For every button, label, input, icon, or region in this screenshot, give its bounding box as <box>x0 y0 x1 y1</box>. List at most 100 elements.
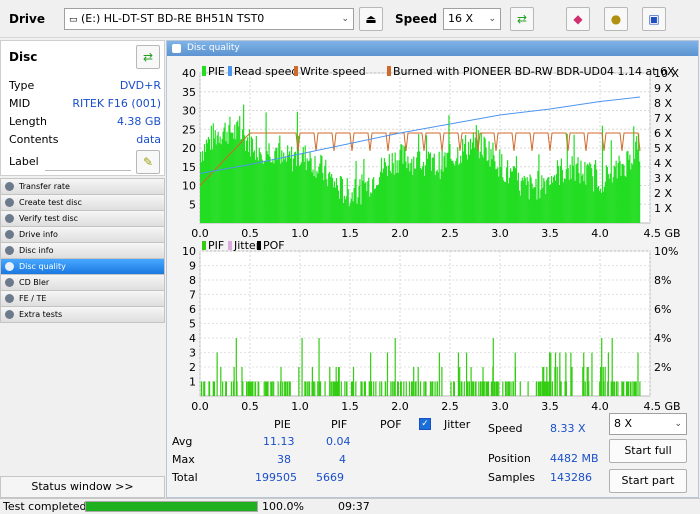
nav-item-disc-info[interactable]: Disc info <box>0 243 165 259</box>
pif-bar <box>235 338 237 396</box>
y2-tick-label: 8% <box>654 274 671 287</box>
panel-title: Disc quality <box>187 43 240 53</box>
pif-bar <box>397 381 399 396</box>
refresh-speed-button[interactable]: ⇄ <box>510 7 534 31</box>
legend-pof: POF <box>263 241 285 252</box>
x-tick-label: 4.5 GB <box>643 400 680 413</box>
pif-bar <box>252 381 254 396</box>
pif-bar <box>271 381 273 396</box>
start-full-button[interactable]: Start full <box>609 439 687 463</box>
samples-value: 143286 <box>550 471 592 484</box>
pif-bar <box>277 381 279 396</box>
y-tick-label: 5 <box>189 318 196 331</box>
label-key: Label <box>9 155 39 168</box>
pif-bar <box>483 381 485 396</box>
nav-item-extra-tests[interactable]: Extra tests <box>0 307 165 323</box>
nav-item-create-test-disc[interactable]: Create test disc <box>0 195 165 211</box>
pif-bar <box>392 381 394 396</box>
pif-bar <box>508 381 510 396</box>
stats-max-pif: 4 <box>339 453 346 466</box>
erase-button[interactable]: ◆ <box>566 7 590 31</box>
elapsed-time: 09:37 <box>338 500 370 513</box>
drive-select-value: (E:) HL-DT-ST BD-RE BH51N TST0 <box>81 12 265 25</box>
nav-item-fe-te[interactable]: FE / TE <box>0 291 165 307</box>
y2-tick-label: 9 X <box>654 82 672 95</box>
pif-bar <box>220 367 222 396</box>
drive-label: Drive <box>9 12 45 26</box>
nav-item-cd-bler[interactable]: CD Bler <box>0 275 165 291</box>
pif-bar <box>556 367 558 396</box>
label-apply-button[interactable]: ✎ <box>136 150 160 174</box>
jitter-checkbox[interactable]: ✓ <box>419 418 431 430</box>
pif-bar <box>629 381 632 396</box>
chevron-down-icon: ⌄ <box>674 419 682 429</box>
stats-avg-pif: 0.04 <box>326 435 351 448</box>
pif-bar <box>519 381 521 396</box>
x-tick-label: 0.0 <box>191 400 209 413</box>
start-part-button[interactable]: Start part <box>609 469 687 493</box>
pif-bar <box>338 381 340 396</box>
pif-bar <box>486 381 488 396</box>
x-tick-label: 2.0 <box>391 227 409 240</box>
disc-quality-icon <box>172 44 181 53</box>
pif-bar <box>465 352 468 396</box>
eject-button[interactable]: ⏏ <box>359 7 383 31</box>
pif-bar <box>549 381 551 396</box>
speed-select[interactable]: 16 X ⌄ <box>443 8 501 30</box>
y-tick-label: 7 <box>189 289 196 302</box>
pif-bar <box>461 381 463 396</box>
refresh-icon: ⇄ <box>142 50 154 64</box>
pif-bar <box>230 381 232 396</box>
position-label: Position <box>488 452 531 465</box>
pif-bar <box>487 381 490 396</box>
y-tick-label: 20 <box>182 142 196 155</box>
pif-bar <box>564 381 566 396</box>
pif-bar <box>434 381 436 396</box>
y-tick-label: 8 <box>189 274 196 287</box>
pif-bar <box>485 381 487 396</box>
nav-item-drive-info[interactable]: Drive info <box>0 227 165 243</box>
refresh-icon: ⇄ <box>516 12 528 26</box>
pif-bar <box>201 381 203 396</box>
y-tick-label: 5 <box>189 198 196 211</box>
pif-bar <box>436 381 438 396</box>
drive-select[interactable]: ▭ (E:) HL-DT-ST BD-RE BH51N TST0 ⌄ <box>64 8 354 30</box>
pif-bar <box>279 381 282 396</box>
pif-bar <box>208 381 211 396</box>
save-button[interactable]: ▣ <box>642 7 666 31</box>
speed-label: Speed <box>395 12 438 26</box>
y2-tick-label: 1 X <box>654 202 672 215</box>
pif-bar <box>344 381 346 396</box>
pif-bar <box>324 381 326 396</box>
y-tick-label: 15 <box>182 161 196 174</box>
y2-tick-label: 10% <box>654 245 678 258</box>
test-speed-select[interactable]: 8 X ⌄ <box>609 413 687 435</box>
pif-bar <box>381 381 383 396</box>
nav-item-disc-quality[interactable]: Disc quality <box>0 259 165 275</box>
extra-tests-icon <box>5 310 14 319</box>
pif-bar <box>468 381 470 396</box>
y-tick-label: 25 <box>182 123 196 136</box>
disc-button[interactable]: ● <box>604 7 628 31</box>
pif-bar <box>375 381 377 396</box>
nav-item-verify-test-disc[interactable]: Verify test disc <box>0 211 165 227</box>
pif-bar <box>373 381 375 396</box>
pif-bar <box>212 381 215 396</box>
pif-bar <box>364 381 366 396</box>
speed-select-value: 16 X <box>448 12 474 25</box>
status-window-button[interactable]: Status window >> <box>0 476 165 498</box>
y-tick-label: 10 <box>182 245 196 258</box>
pif-bar <box>282 381 284 396</box>
disc-refresh-button[interactable]: ⇄ <box>136 45 160 69</box>
fe-te-icon <box>5 294 14 303</box>
pif-bar <box>203 381 205 396</box>
stats-row-label: Avg <box>172 435 193 448</box>
pif-bar <box>306 381 308 396</box>
pif-bar <box>330 381 332 396</box>
eject-icon: ⏏ <box>365 12 377 26</box>
nav-item-transfer-rate[interactable]: Transfer rate <box>0 179 165 195</box>
pif-bar <box>254 381 257 396</box>
label-field[interactable] <box>45 153 131 171</box>
x-tick-label: 1.5 <box>341 227 359 240</box>
pif-bar <box>360 381 362 396</box>
